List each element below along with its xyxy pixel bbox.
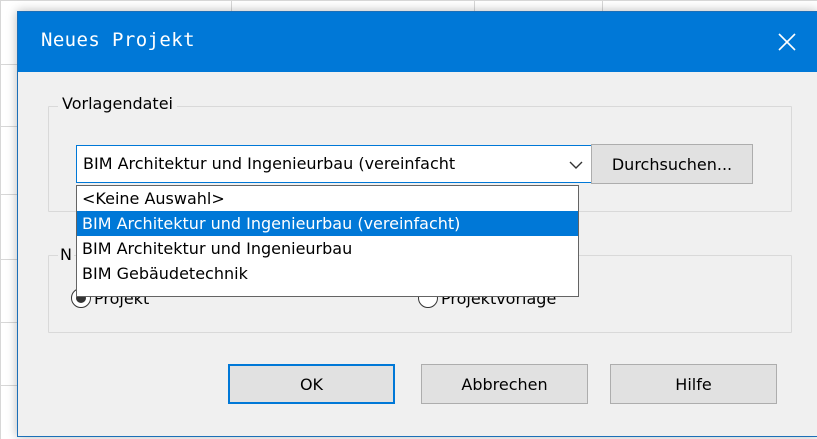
ok-button[interactable]: OK (228, 364, 395, 404)
dropdown-item-bim-arch-simplified[interactable]: BIM Architektur und Ingenieurbau (verein… (77, 211, 578, 236)
dropdown-item-none[interactable]: <Keine Auswahl> (77, 186, 578, 211)
background-grid-line (602, 0, 603, 11)
close-button[interactable] (757, 12, 817, 72)
background-grid-line (231, 0, 232, 11)
background-grid-line (0, 64, 17, 65)
chevron-down-icon (569, 161, 583, 169)
background-grid-line (0, 259, 17, 260)
background-grid-line (0, 0, 817, 1)
background-grid-line (0, 385, 17, 386)
background-grid-line (0, 0, 1, 439)
dropdown-item-bim-arch[interactable]: BIM Architektur und Ingenieurbau (77, 236, 578, 261)
background-grid-line (474, 0, 475, 11)
template-combobox[interactable]: BIM Architektur und Ingenieurbau (verein… (76, 145, 593, 183)
new-type-group-label: N (58, 245, 74, 264)
dropdown-item-bim-building-services[interactable]: BIM Gebäudetechnik (77, 261, 578, 286)
template-dropdown-list: <Keine Auswahl> BIM Architektur und Inge… (76, 185, 579, 297)
cancel-button[interactable]: Abbrechen (421, 364, 588, 404)
help-button[interactable]: Hilfe (610, 364, 777, 404)
template-file-group-label: Vorlagendatei (58, 94, 177, 113)
browse-button[interactable]: Durchsuchen... (591, 144, 753, 184)
template-combobox-value: BIM Architektur und Ingenieurbau (verein… (83, 154, 456, 173)
new-project-dialog: Neues Projekt Vorlagendatei BIM Architek… (17, 11, 817, 437)
background-grid-line (0, 194, 17, 195)
background-grid-line (0, 322, 17, 323)
dialog-title: Neues Projekt (41, 29, 195, 51)
background-grid-line (0, 126, 17, 127)
title-bar[interactable]: Neues Projekt (18, 12, 817, 72)
close-icon (778, 33, 796, 51)
